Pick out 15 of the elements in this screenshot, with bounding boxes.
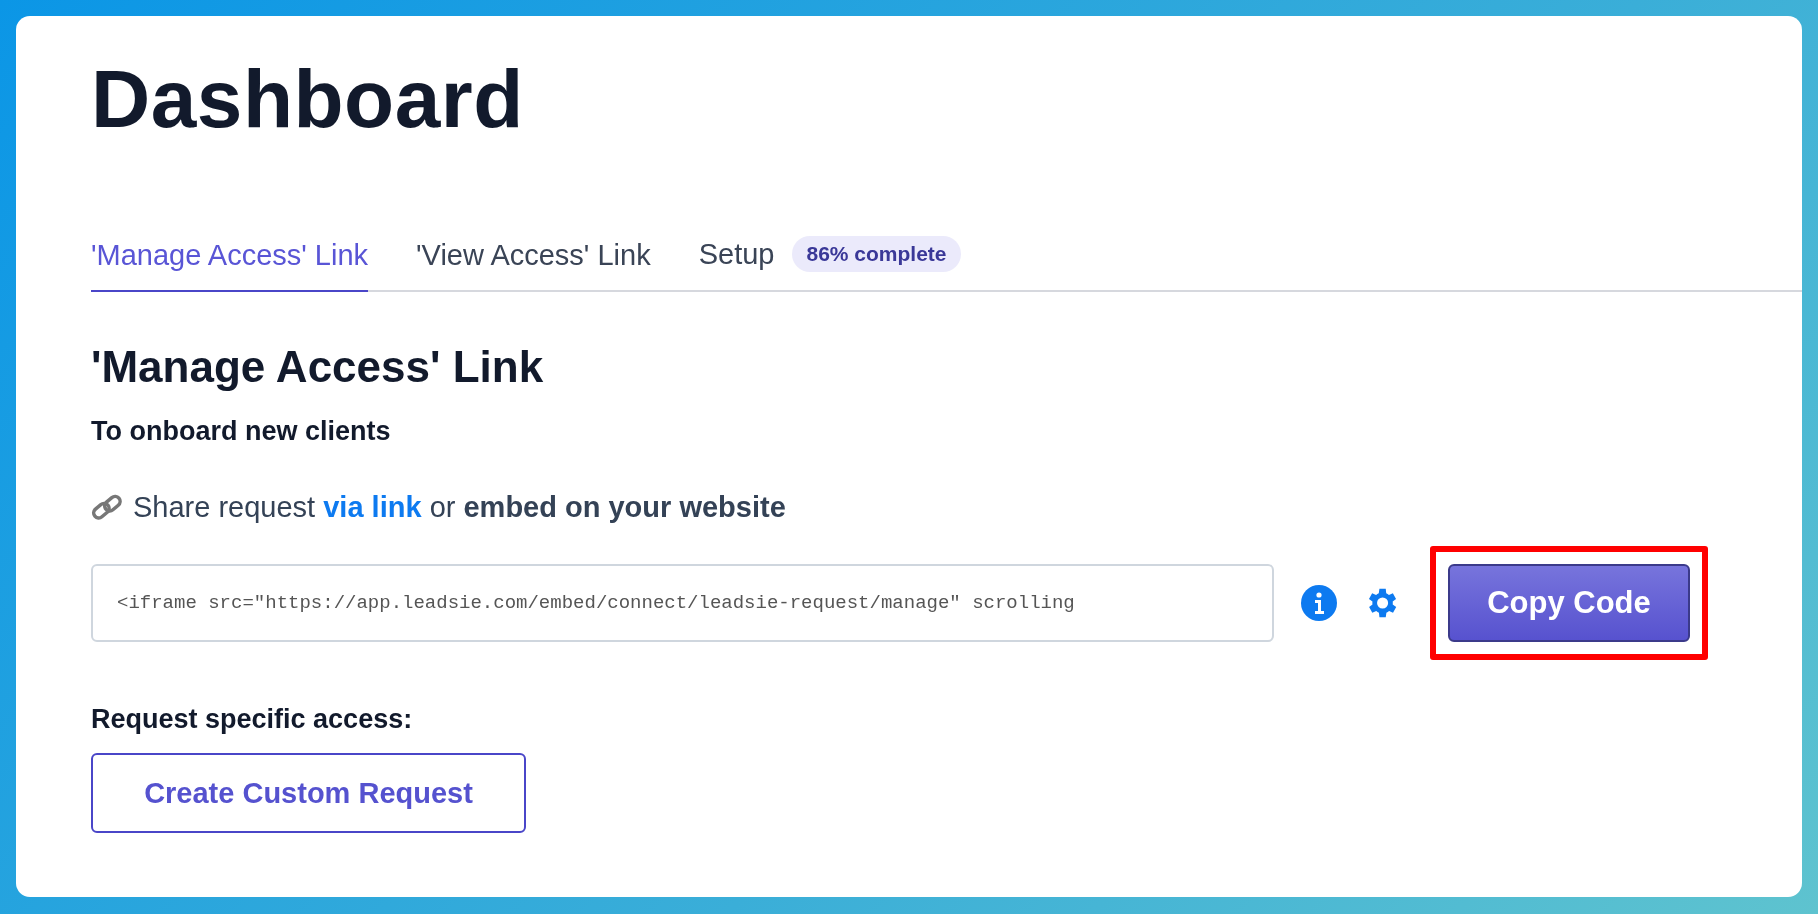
tab[interactable]: Setup 86% complete [698,236,961,293]
link-icon [91,492,123,523]
embed-code-field[interactable]: <iframe src="https://app.leadsie.com/embed/connect/leadsie-request/manage" scrolling [91,564,1274,643]
info-icon[interactable] [1300,584,1338,623]
tab[interactable]: 'View Access' Link [416,239,651,293]
section-subheading: To onboard new clients [91,416,392,448]
share-text: Share request via link or embed on your website [133,491,786,525]
tab[interactable]: 'Manage Access' Link [91,239,369,293]
copy-code-button[interactable]: Copy Code [1448,564,1690,643]
via-link[interactable]: via link [323,491,422,524]
create-custom-request-button[interactable]: Create Custom Request [91,753,526,834]
specific-access-label: Request specific access: [91,704,414,736]
progress-badge: 86% complete [792,236,961,273]
section-heading: 'Manage Access' Link [91,342,545,393]
page-title: Dashboard [91,54,525,145]
